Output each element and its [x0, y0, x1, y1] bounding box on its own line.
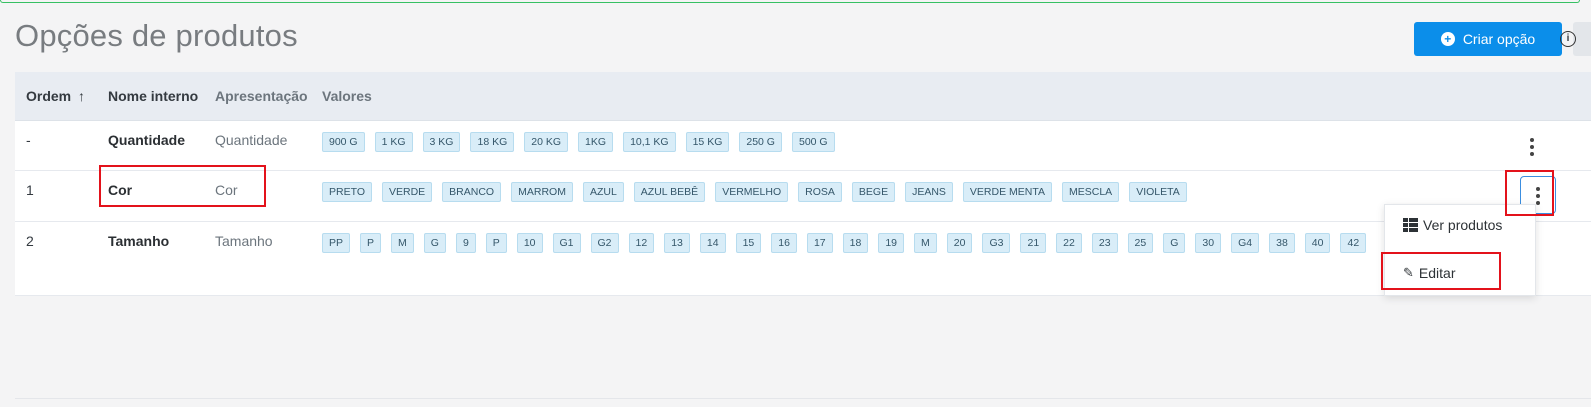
value-chip: AZUL	[582, 182, 624, 202]
value-chip: 19	[878, 233, 905, 253]
value-chip: VERDE MENTA	[962, 182, 1052, 202]
value-chip: 25	[1127, 233, 1154, 253]
page-title: Opções de produtos	[15, 18, 298, 53]
highlight-actions-button	[1505, 170, 1554, 216]
value-chip: 13	[664, 233, 690, 253]
row-values: PP P M G 9 P 10 G1 G2 12 13 14 15 16 17 18 19 M 20 G3 21 22 23…	[322, 233, 1402, 253]
row-internal-name: Tamanho	[108, 233, 170, 249]
value-chip: PP	[322, 233, 351, 253]
value-chip: 30	[1195, 233, 1222, 253]
value-chip: 9	[455, 233, 476, 253]
value-chip: JEANS	[905, 182, 953, 202]
menu-item-view-products[interactable]: Ver produtos	[1403, 217, 1502, 233]
value-chip: 14	[699, 233, 726, 253]
value-chip: 18 KG	[470, 132, 515, 152]
value-chip: 20 KG	[524, 132, 569, 152]
row-order: 1	[26, 182, 34, 198]
value-chip: PRETO	[322, 182, 372, 202]
row-order: 2	[26, 233, 34, 249]
value-chip: VERDE	[381, 182, 433, 202]
value-chip: 3 KG	[422, 132, 461, 152]
value-chip: 10,1 KG	[623, 132, 676, 152]
value-chip: 250 G	[739, 132, 782, 152]
value-chip: G	[1163, 233, 1186, 253]
row-presentation: Quantidade	[215, 132, 288, 148]
value-chip: 15 KG	[685, 132, 730, 152]
value-chip: 21	[1020, 233, 1047, 253]
value-chip: 22	[1056, 233, 1082, 253]
column-values[interactable]: Valores	[322, 88, 372, 104]
column-order-label: Ordem	[26, 88, 72, 104]
create-option-label: Criar opção	[1462, 31, 1536, 47]
value-chip: 38	[1269, 233, 1295, 253]
value-chip: 1KG	[578, 132, 614, 152]
value-chip: 20	[946, 233, 973, 253]
value-chip: 18	[842, 233, 869, 253]
value-chip: VERMELHO	[715, 182, 789, 202]
value-chip: G	[423, 233, 446, 253]
value-chip: BEGE	[851, 182, 896, 202]
table-row: 2 Tamanho Tamanho PP P M G 9 P 10 G1 G2 12 13 14 15 1…	[15, 222, 1591, 296]
highlight-edit-item	[1381, 252, 1501, 290]
success-alert-edge	[0, 0, 1580, 3]
arrow-up-icon: ↑	[78, 88, 86, 104]
row-presentation: Tamanho	[215, 233, 273, 249]
row-values: PRETO VERDE BRANCO MARROM AZUL AZUL BEBÊ VERME…	[322, 182, 1402, 202]
value-chip: P	[485, 233, 507, 253]
create-option-button[interactable]: + Criar opção	[1414, 22, 1562, 56]
column-internal-name[interactable]: Nome interno	[108, 88, 198, 104]
value-chip: 16	[771, 233, 797, 253]
value-chip: VIOLETA	[1129, 182, 1187, 202]
value-chip: 23	[1091, 233, 1118, 253]
column-presentation[interactable]: Apresentação	[215, 88, 308, 104]
value-chip: MARROM	[511, 182, 573, 202]
value-chip: P	[360, 233, 382, 253]
value-chip: 40	[1304, 233, 1331, 253]
value-chip: 500 G	[791, 132, 835, 152]
info-icon[interactable]: i	[1560, 31, 1576, 47]
highlight-cor-row	[99, 165, 266, 207]
value-chip: 900 G	[322, 132, 365, 152]
row-internal-name: Quantidade	[108, 132, 186, 148]
table-header: Ordem ↑ Nome interno Apresentação Valore…	[15, 72, 1591, 121]
value-chip: 1 KG	[374, 132, 413, 152]
value-chip: G3	[982, 233, 1011, 253]
row-values: 900 G 1 KG 3 KG 18 KG 20 KG 1KG 10,1 KG 15 KG 25…	[322, 132, 1402, 152]
list-icon	[1403, 218, 1418, 232]
value-chip: MESCLA	[1062, 182, 1120, 202]
menu-item-view-products-label: Ver produtos	[1423, 217, 1503, 233]
table-row: - Quantidade Quantidade 900 G 1 KG 3 KG 18 …	[15, 121, 1591, 171]
value-chip: 17	[806, 233, 833, 253]
value-chip: M	[914, 233, 937, 253]
value-chip: 10	[516, 233, 543, 253]
value-chip: G2	[590, 233, 619, 253]
value-chip: 42	[1340, 233, 1367, 253]
row-actions-kebab-icon[interactable]	[1530, 138, 1534, 156]
value-chip: 15	[735, 233, 762, 253]
value-chip: 12	[628, 233, 655, 253]
divider	[15, 398, 1591, 399]
value-chip: ROSA	[798, 182, 842, 202]
row-order: -	[26, 132, 31, 148]
plus-circle-icon: +	[1440, 32, 1455, 46]
value-chip: BRANCO	[442, 182, 502, 202]
column-order[interactable]: Ordem ↑	[26, 88, 85, 104]
value-chip: AZUL BEBÊ	[633, 182, 706, 202]
value-chip: G4	[1231, 233, 1260, 253]
value-chip: G1	[552, 233, 581, 253]
value-chip: M	[391, 233, 414, 253]
